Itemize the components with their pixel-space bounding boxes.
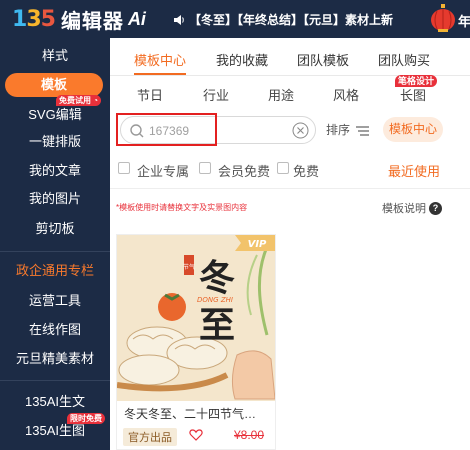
enterprise-label[interactable]: 企业专属 [137,161,189,180]
enterprise-checkbox[interactable] [118,162,130,174]
template-thumbnail[interactable]: 冬 至 DONG ZHI 节气 VIP [117,235,275,401]
category-purpose[interactable]: 用途 [268,85,294,104]
sidebar-item-templates[interactable]: 模板 [5,73,103,97]
logo-ai: Ai [127,8,146,29]
template-price: ¥8.00 [234,428,265,442]
sidebar-item-my-articles[interactable]: 我的文章 [0,159,110,183]
sidebar-item-ai-text[interactable]: 135AI生文 [0,390,110,414]
tab-my-favorites[interactable]: 我的收藏 [216,50,268,69]
category-long-image[interactable]: 长图 [400,85,426,104]
recent-used-link[interactable]: 最近使用 [388,161,440,180]
sidebar-item-clipboard[interactable]: 剪切板 [0,217,110,241]
search-box [120,116,316,144]
category-festival[interactable]: 节日 [137,85,163,104]
sidebar-item-gov-enterprise[interactable]: 政企通用专栏 [0,259,110,283]
sidebar-item-online-drawing[interactable]: 在线作图 [0,318,110,342]
tab-team-templates[interactable]: 团队模板 [297,50,349,69]
search-input[interactable] [149,121,289,141]
template-title[interactable]: 冬天冬至、二十四节气… [124,405,269,422]
sidebar-divider-2 [0,380,110,381]
corner-text: 年 [458,14,470,29]
sidebar-item-svg-edit[interactable]: SVG编辑 [0,103,110,127]
vip-badge: VIP [248,239,267,250]
speaker-icon [174,14,184,25]
usage-notice: *模板使用时请替换文字及实景图内容 [116,203,248,212]
logo-digit-3: 3 [26,6,41,32]
sidebar-divider [0,251,110,252]
sidebar-item-my-images[interactable]: 我的图片 [0,187,110,211]
sidebar-item-one-click-layout[interactable]: 一键排版 [0,130,110,154]
divider [110,188,470,189]
official-tag: 官方出品 [123,428,177,446]
member-free-label[interactable]: 会员免费 [218,161,270,180]
tab-team-purchase[interactable]: 团队购买 [378,50,430,69]
member-free-checkbox[interactable] [199,162,211,174]
template-center-button[interactable]: 模板中心 [383,117,443,142]
sort-label: 排序 [326,123,351,137]
heart-icon[interactable] [189,428,203,442]
sidebar-item-new-year-assets[interactable]: 元旦精美素材 [0,347,110,371]
sidebar: 样式 模板 免费试用 ◔ SVG编辑 一键排版 我的文章 我的图片 剪切板 政企… [0,38,110,450]
search-icon [130,124,144,138]
category-bar: 节日 行业 用途 风格 长图 笔格设计 [110,75,470,107]
filter-bar: 企业专属 会员免费 免费 最近使用 [110,160,470,180]
logo-digit-5: 5 [40,6,56,32]
logo-135: 135 [12,6,56,32]
poster-char-solstice: 至 [199,305,235,346]
help-icon: ? [429,201,442,215]
poster-tag: 节气 [183,263,195,271]
sidebar-item-ops-tools[interactable]: 运营工具 [0,289,110,313]
poster-pinyin: DONG ZHI [197,296,233,304]
free-label[interactable]: 免费 [293,161,319,180]
tab-bar: 模板中心 我的收藏 团队模板 团队购买 [110,38,470,76]
lantern-icon [431,4,455,32]
poster-char-winter: 冬 [199,258,235,299]
logo-name: 编辑器 [60,10,124,33]
tab-template-center[interactable]: 模板中心 [134,50,186,69]
template-help-label: 模板说明 [382,203,426,215]
template-panel: 模板中心 我的收藏 团队模板 团队购买 节日 行业 用途 风格 长图 笔格设计 … [110,38,470,450]
sidebar-item-styles[interactable]: 样式 [0,44,110,68]
top-bar: 135 编辑器 Ai 【冬至】【年终总结】【元旦】素材上新 年 [0,0,470,38]
announcement-text: 【冬至】【年终总结】【元旦】素材上新 [189,13,394,27]
template-card[interactable]: 冬 至 DONG ZHI 节气 VIP 冬天冬至、二十四节气… 官方出品 ¥8.… [116,234,276,450]
app-logo[interactable]: 135 编辑器 Ai [12,6,146,33]
active-tab-indicator [134,73,186,75]
sort-icon [356,126,370,136]
category-style[interactable]: 风格 [333,85,359,104]
template-help[interactable]: 模板说明 ? [382,200,442,216]
clear-icon[interactable] [292,122,309,139]
category-industry[interactable]: 行业 [203,85,229,104]
free-checkbox[interactable] [277,162,289,174]
announcement-bar[interactable]: 【冬至】【年终总结】【元旦】素材上新 [173,11,393,28]
category-badge: 笔格设计 [395,75,438,87]
sidebar-item-ai-image[interactable]: 135AI生图 [0,419,110,443]
logo-digit-1: 1 [12,6,27,32]
sort-button[interactable]: 排序 [326,121,371,138]
